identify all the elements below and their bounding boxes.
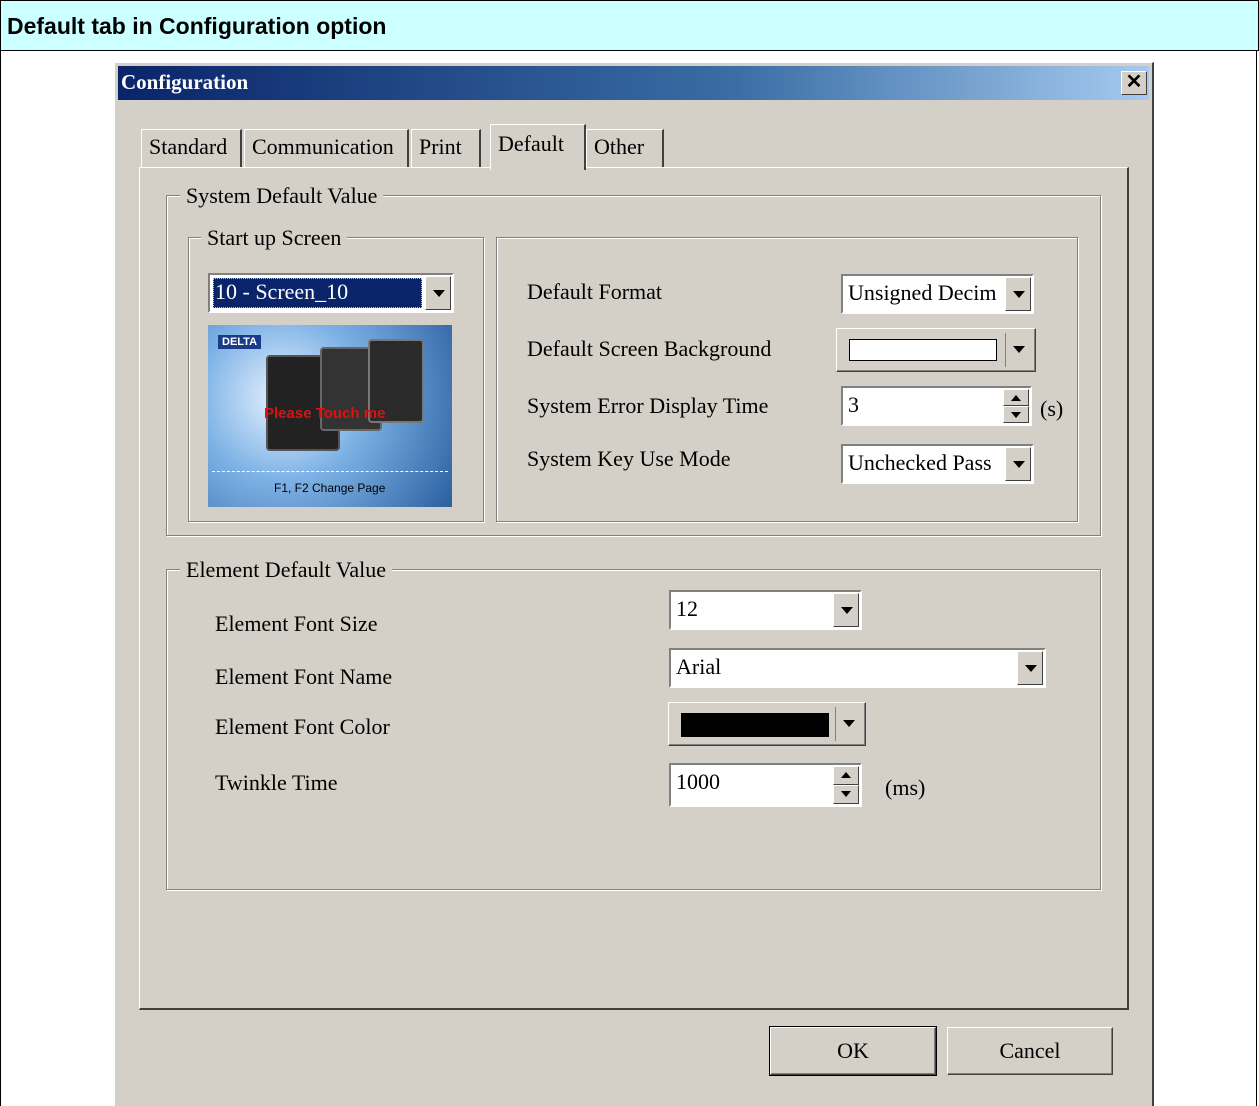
separator [835, 707, 836, 741]
twinkle-time-unit: (ms) [885, 775, 926, 800]
key-use-mode-value: Unchecked Pass [848, 450, 992, 475]
error-display-time-value: 3 [848, 392, 859, 417]
preview-brand: DELTA [218, 335, 262, 349]
dialog-title: Configuration [121, 70, 249, 94]
font-size-select[interactable]: 12 [669, 590, 862, 630]
font-name-label: Element Font Name [215, 664, 393, 689]
chevron-down-icon[interactable] [1005, 277, 1031, 311]
default-format-label: Default Format [527, 279, 663, 304]
element-default-legend: Element Default Value [180, 557, 392, 583]
preview-footer: F1, F2 Change Page [274, 481, 386, 495]
error-display-time-label: System Error Display Time [527, 393, 769, 418]
ok-button[interactable]: OK [769, 1026, 937, 1076]
chevron-down-icon[interactable] [1005, 447, 1031, 481]
tab-communication[interactable]: Communication [244, 129, 409, 167]
arrow-up-icon[interactable] [1003, 389, 1029, 406]
twinkle-time-value: 1000 [676, 769, 720, 794]
error-display-time-unit: (s) [1040, 396, 1064, 421]
cancel-button[interactable]: Cancel [947, 1027, 1113, 1075]
tab-label: Communication [252, 134, 394, 159]
font-color-label: Element Font Color [215, 714, 390, 739]
close-icon: ✕ [1125, 71, 1143, 93]
startup-screen-legend: Start up Screen [201, 225, 348, 251]
tab-label: Standard [149, 134, 228, 159]
chevron-down-icon [843, 720, 855, 727]
figure-caption-bar: Default tab in Configuration option [0, 0, 1259, 51]
tab-label: Default [498, 131, 564, 156]
screen-background-label: Default Screen Background [527, 336, 772, 361]
default-format-value: Unsigned Decim [848, 280, 997, 305]
close-button[interactable]: ✕ [1121, 71, 1147, 95]
spinner[interactable] [1003, 389, 1029, 423]
chevron-down-icon[interactable] [425, 276, 451, 310]
font-color-picker[interactable] [668, 702, 866, 746]
chevron-down-icon[interactable] [1017, 651, 1043, 685]
font-size-value: 12 [676, 596, 698, 621]
default-format-select[interactable]: Unsigned Decim [841, 274, 1034, 314]
preview-banner: Please Touch me [264, 405, 386, 422]
key-use-mode-select[interactable]: Unchecked Pass [841, 444, 1034, 484]
screen-background-color-picker[interactable] [836, 328, 1036, 372]
spinner[interactable] [833, 766, 859, 804]
font-name-select[interactable]: Arial [669, 648, 1046, 688]
tab-label: Print [419, 134, 462, 159]
twinkle-time-stepper[interactable]: 1000 [669, 763, 862, 807]
chevron-down-icon [1013, 346, 1025, 353]
chevron-down-icon[interactable] [833, 593, 859, 627]
twinkle-time-label: Twinkle Time [215, 770, 338, 795]
tab-default[interactable]: Default [490, 124, 586, 170]
tab-print[interactable]: Print [411, 129, 481, 167]
color-swatch [849, 339, 997, 361]
startup-screen-select[interactable]: 10 - Screen_10 [208, 273, 454, 313]
figure-caption: Default tab in Configuration option [7, 13, 387, 39]
arrow-up-icon[interactable] [833, 766, 859, 785]
error-display-time-stepper[interactable]: 3 [841, 386, 1032, 426]
font-size-label: Element Font Size [215, 611, 378, 636]
tab-standard[interactable]: Standard [141, 129, 242, 167]
key-use-mode-label: System Key Use Mode [527, 446, 731, 471]
separator [1005, 333, 1006, 367]
tab-other[interactable]: Other [586, 129, 664, 167]
dialog-titlebar[interactable]: Configuration ✕ [118, 66, 1149, 100]
system-default-legend: System Default Value [180, 183, 384, 209]
font-name-value: Arial [676, 654, 722, 679]
arrow-down-icon[interactable] [1003, 406, 1029, 423]
color-swatch [681, 713, 829, 737]
arrow-down-icon[interactable] [833, 785, 859, 804]
tab-label: Other [594, 134, 645, 159]
startup-screen-value: 10 - Screen_10 [215, 279, 349, 304]
startup-screen-preview: DELTA Please Touch me F1, F2 Change Page [208, 325, 452, 507]
preview-divider [212, 471, 448, 472]
